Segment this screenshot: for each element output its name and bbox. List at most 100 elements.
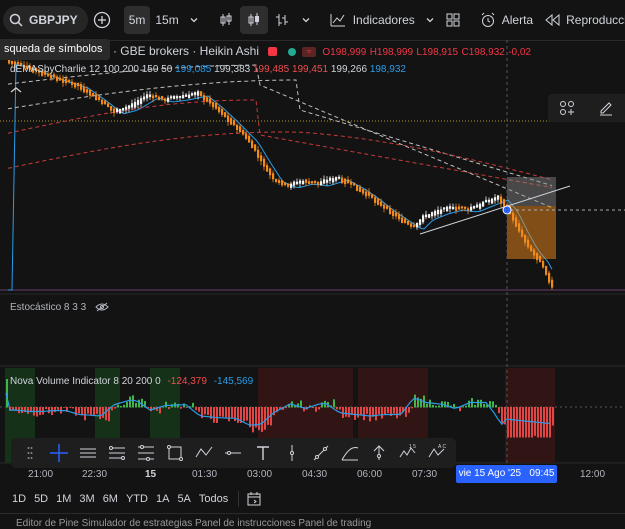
text-tool[interactable] bbox=[251, 441, 275, 465]
volume-bar bbox=[105, 407, 107, 421]
volume-bar bbox=[45, 407, 47, 410]
candle-body bbox=[83, 86, 86, 93]
range-5y[interactable]: 5A bbox=[173, 493, 194, 505]
edit-drawing-button[interactable] bbox=[598, 100, 614, 116]
volume-bar bbox=[357, 407, 359, 418]
market-status-dot bbox=[287, 47, 296, 56]
volume-bar bbox=[231, 407, 233, 419]
fib-tool[interactable] bbox=[338, 441, 362, 465]
volume-bar bbox=[186, 407, 188, 408]
volume-bar bbox=[225, 407, 227, 418]
range-ytd[interactable]: YTD bbox=[122, 493, 152, 505]
volume-bar bbox=[78, 407, 80, 414]
rectangle-tool[interactable] bbox=[163, 441, 187, 465]
volume-bar bbox=[339, 407, 341, 410]
path-tool[interactable] bbox=[192, 441, 216, 465]
volume-bar bbox=[549, 407, 551, 438]
candle-body bbox=[86, 89, 89, 93]
ohlc-open: O198,999 bbox=[322, 47, 367, 58]
volume-bar bbox=[213, 407, 215, 423]
candle-body bbox=[206, 97, 209, 102]
volume-bar bbox=[99, 407, 101, 420]
nova-volume-legend: Nova Volume Indicator 8 20 200 0 -124,37… bbox=[10, 376, 253, 387]
legend-collapse-button[interactable] bbox=[8, 84, 24, 94]
candle-body bbox=[215, 103, 218, 109]
volume-bar bbox=[48, 407, 50, 414]
candle-body bbox=[140, 98, 143, 104]
candle-body bbox=[443, 207, 446, 210]
elliott-wave-tool[interactable]: 1 5 bbox=[396, 441, 420, 465]
range-1m[interactable]: 1M bbox=[52, 493, 75, 505]
candle-body bbox=[452, 206, 455, 210]
ohlc-change: -0,02 bbox=[508, 47, 531, 58]
horizontal-lines-tool[interactable] bbox=[76, 441, 100, 465]
channel-tool[interactable] bbox=[105, 441, 129, 465]
volume-bar bbox=[342, 407, 344, 418]
volume-bar bbox=[195, 407, 197, 411]
crosshair-tool[interactable] bbox=[47, 441, 71, 465]
indicator-value: 199,266 bbox=[330, 64, 368, 75]
candle-body bbox=[467, 208, 470, 211]
arrow-marker-tool[interactable] bbox=[367, 441, 391, 465]
range-6m[interactable]: 6M bbox=[99, 493, 122, 505]
candle-body bbox=[248, 135, 251, 143]
time-label: 04:30 bbox=[302, 469, 328, 480]
grip-icon bbox=[27, 447, 33, 459]
volume-bar bbox=[465, 405, 467, 408]
candle-body bbox=[470, 206, 473, 211]
range-5d[interactable]: 5D bbox=[30, 493, 52, 505]
take-profit-zone bbox=[507, 177, 556, 206]
pitchfork-tool[interactable] bbox=[134, 441, 158, 465]
ema-line bbox=[7, 64, 553, 209]
volume-bar bbox=[414, 394, 416, 408]
candle-body bbox=[326, 179, 329, 183]
volume-bar bbox=[207, 407, 209, 416]
eye-hidden-icon[interactable] bbox=[95, 302, 109, 312]
candle-body bbox=[218, 106, 221, 113]
line-tool[interactable] bbox=[221, 441, 245, 465]
volume-bar bbox=[552, 407, 554, 426]
volume-bar bbox=[477, 399, 479, 408]
add-grid-icon bbox=[560, 101, 575, 115]
candle-body bbox=[176, 96, 179, 99]
add-objects-button[interactable] bbox=[559, 100, 575, 116]
volume-bar bbox=[198, 407, 200, 412]
svg-text:1 5: 1 5 bbox=[409, 444, 416, 450]
trend-line-tool[interactable] bbox=[309, 441, 333, 465]
volume-bar bbox=[366, 407, 368, 414]
volume-bar bbox=[222, 407, 224, 417]
candle-body bbox=[548, 272, 551, 283]
candle-body bbox=[413, 224, 416, 227]
range-3m[interactable]: 3M bbox=[75, 493, 98, 505]
candle-body bbox=[263, 158, 266, 167]
goto-date-button[interactable] bbox=[245, 490, 263, 508]
candle-body bbox=[71, 81, 74, 85]
volume-bar bbox=[102, 407, 104, 418]
volume-bar bbox=[525, 407, 527, 438]
candle-body bbox=[239, 126, 242, 133]
candle-body bbox=[74, 82, 77, 88]
candle-body bbox=[272, 173, 275, 180]
drag-handle[interactable] bbox=[18, 441, 42, 465]
volume-bar bbox=[237, 407, 239, 423]
bottom-panel-tabs[interactable]: Editor de Pine Simulador de estrategias … bbox=[0, 518, 625, 529]
candle-body bbox=[170, 96, 173, 99]
vertical-line-tool[interactable] bbox=[280, 441, 304, 465]
candle-body bbox=[191, 93, 194, 96]
abc-pattern-tool[interactable]: A C bbox=[425, 441, 449, 465]
candle-body bbox=[188, 94, 191, 99]
volume-bar bbox=[381, 407, 383, 419]
candle-body bbox=[161, 96, 164, 100]
candle-body bbox=[347, 179, 350, 184]
range-1y[interactable]: 1A bbox=[152, 493, 173, 505]
candle-body bbox=[338, 176, 341, 179]
candle-body bbox=[236, 124, 239, 130]
range-1d[interactable]: 1D bbox=[8, 493, 30, 505]
candle-body bbox=[401, 217, 404, 223]
volume-bar bbox=[483, 403, 485, 408]
range-all[interactable]: Todos bbox=[195, 493, 232, 505]
time-label: 07:30 bbox=[412, 469, 438, 480]
candle-body bbox=[362, 189, 365, 194]
chevron-up-icon bbox=[10, 87, 22, 93]
candle-body bbox=[113, 108, 116, 114]
